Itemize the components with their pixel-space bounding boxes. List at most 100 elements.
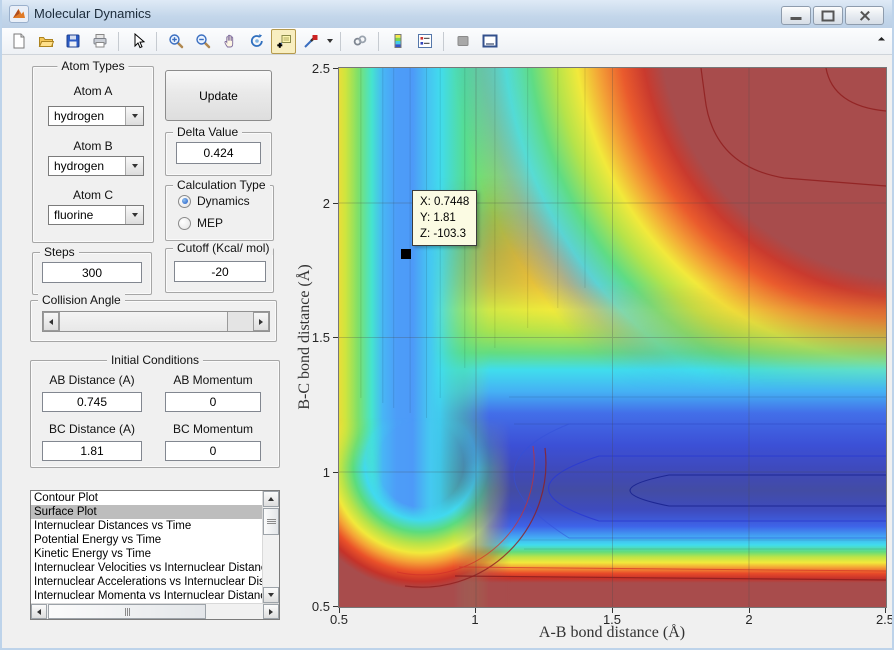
figure-toolbar [2,28,892,55]
delta-value-field[interactable]: 0.424 [176,142,261,164]
atom-types-title: Atom Types [57,59,129,73]
arrow-left-icon [49,318,53,325]
x-tick-label: 2.5 [875,612,894,627]
y-tick [333,203,338,204]
datatip-marker[interactable] [401,249,411,259]
atom-c-dropdown-button[interactable] [125,206,143,224]
slider-trough[interactable] [228,312,253,331]
list-item[interactable]: Kinetic Energy vs Time [31,547,262,561]
steps-title: Steps [40,245,79,259]
bc-distance-label: BC Distance (A) [48,422,136,436]
slider-thumb[interactable] [59,312,228,331]
bc-distance-field[interactable]: 1.81 [42,441,142,461]
rotate-3d-button[interactable] [244,29,269,54]
vertical-scrollbar[interactable] [262,491,279,603]
zoom-in-button[interactable] [163,29,188,54]
cutoff-title: Cutoff (Kcal/ mol) [173,241,274,255]
brush-dropdown-button[interactable] [324,30,335,53]
link-plot-button[interactable] [347,29,372,54]
atom-b-dropdown[interactable]: hydrogen [48,156,144,176]
y-tick [333,68,338,69]
data-cursor-button[interactable] [271,28,296,54]
horizontal-scroll-thumb[interactable] [48,604,206,619]
vertical-scroll-thumb[interactable] [263,508,279,535]
list-item[interactable]: Internuclear Velocities vs Internuclear … [31,561,262,575]
mep-radio-row[interactable]: MEP [178,216,223,230]
scroll-down-button[interactable] [263,587,279,603]
collision-angle-slider[interactable] [42,311,270,332]
arrow-up-icon [268,497,274,501]
hide-plot-tools-button[interactable] [450,29,475,54]
dynamics-radio[interactable] [178,194,191,208]
maximize-button[interactable] [813,6,843,25]
insert-colorbar-button[interactable] [385,29,410,54]
ab-distance-field[interactable]: 0.745 [42,392,142,412]
arrow-right-icon [269,608,273,615]
scroll-up-button[interactable] [263,491,279,507]
minimize-button[interactable] [781,6,811,25]
legend-icon [417,34,432,48]
list-item[interactable]: Internuclear Distances vs Time [31,519,262,533]
atom-b-dropdown-button[interactable] [125,157,143,175]
arrow-right-icon [259,318,263,325]
list-item[interactable]: Contour Plot [31,491,262,505]
brush-button[interactable] [298,29,323,54]
new-document-icon [13,33,24,49]
y-tick-label: 2.5 [311,61,330,76]
scroll-right-button[interactable] [263,604,279,619]
open-file-button[interactable] [33,29,58,54]
zoom-out-icon [195,34,210,49]
delta-value-title: Delta Value [173,125,243,139]
pan-button[interactable] [217,29,242,54]
slider-right-arrow[interactable] [253,312,269,331]
titlebar[interactable]: Molecular Dynamics [2,0,892,29]
horizontal-scrollbar[interactable] [31,603,279,619]
datatip-y: Y: 1.81 [420,212,456,224]
new-figure-button[interactable] [6,29,31,54]
atom-a-dropdown[interactable]: hydrogen [48,106,144,126]
mep-radio[interactable] [178,216,191,230]
list-item-selected[interactable]: Surface Plot [31,505,262,519]
bc-momentum-field[interactable]: 0 [165,441,261,461]
atom-a-value: hydrogen [54,109,105,123]
dynamics-radio-row[interactable]: Dynamics [178,194,250,208]
slider-left-arrow[interactable] [43,312,59,331]
print-figure-button[interactable] [87,29,112,54]
arrow-cursor-icon [134,33,145,49]
hand-icon [223,34,233,48]
plot-tools-on-icon [482,34,497,48]
datatip-tooltip[interactable]: X: 0.7448 Y: 1.81 Z: -103.3 [412,190,478,246]
colorbar-icon [394,34,401,48]
plot-type-listbox[interactable]: Contour Plot Surface Plot Internuclear D… [30,490,280,620]
save-figure-button[interactable] [60,29,85,54]
atom-a-dropdown-button[interactable] [125,107,143,125]
atom-c-dropdown[interactable]: fluorine [48,205,144,225]
ab-momentum-field[interactable]: 0 [165,392,261,412]
potential-energy-contour [339,67,887,607]
zoom-out-button[interactable] [190,29,215,54]
datatip-z: Z: -103.3 [420,228,467,240]
mep-radio-label: MEP [197,216,224,230]
save-floppy-icon [66,34,79,48]
rotate-icon [250,34,263,47]
show-plot-tools-button[interactable] [477,29,502,54]
arrow-down-icon [268,593,274,597]
steps-field[interactable]: 300 [42,262,142,283]
list-item[interactable]: Internuclear Momenta vs Internuclear Dis… [31,589,262,603]
calculation-type-title: Calculation Type [173,178,270,192]
list-item[interactable]: Internuclear Accelerations vs Internucle… [31,575,262,589]
edit-cursor-button[interactable] [125,29,150,54]
scroll-left-button[interactable] [31,604,47,619]
list-item[interactable]: Potential Energy vs Time [31,533,262,547]
update-button[interactable]: Update [165,70,272,121]
toolbar-separator [443,31,444,51]
chevron-down-icon [131,213,138,217]
close-button[interactable] [845,6,884,25]
x-tick-label: 0.5 [329,612,349,627]
cutoff-field[interactable]: -20 [174,261,266,282]
insert-legend-button[interactable] [412,29,437,54]
contour-plot-axes[interactable] [338,67,887,608]
thumb-grip [126,607,128,616]
atom-a-label: Atom A [73,84,113,98]
y-axis-label: B-C bond distance (Å) [296,264,313,410]
